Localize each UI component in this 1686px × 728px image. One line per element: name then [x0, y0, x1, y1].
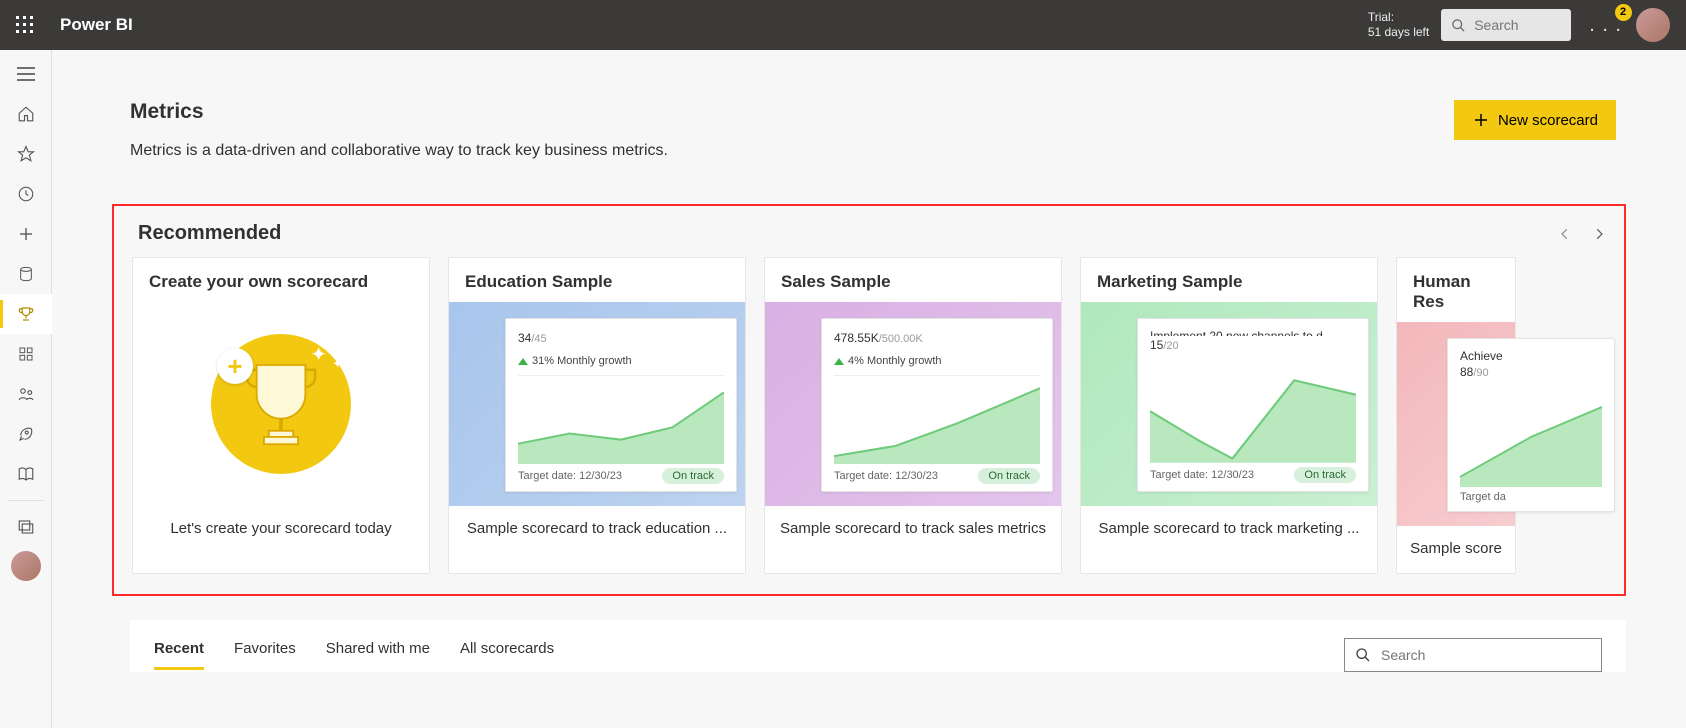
- nav-shared[interactable]: [0, 374, 52, 414]
- card-marketing-sample[interactable]: Marketing Sample Implement 20 new channe…: [1080, 257, 1378, 574]
- metric-target-date: Target date: 12/30/23: [834, 470, 938, 482]
- nav-datasets[interactable]: [0, 254, 52, 294]
- nav-menu-toggle[interactable]: [0, 54, 52, 94]
- nav-metrics[interactable]: [0, 294, 52, 334]
- reco-next[interactable]: [1592, 227, 1606, 241]
- plus-icon: [1472, 111, 1490, 129]
- scorecard-tabs: Recent Favorites Shared with me All scor…: [154, 640, 554, 670]
- card-title: Sales Sample: [765, 258, 1061, 302]
- new-scorecard-label: New scorecard: [1498, 112, 1598, 129]
- metric-sparkline: [518, 382, 724, 464]
- notification-badge: 2: [1615, 4, 1632, 21]
- metric-preview: Achieve a monthly revenue of $5... 478.5…: [821, 318, 1053, 492]
- metric-value-primary: 478.55K: [834, 331, 879, 345]
- page-title: Metrics: [130, 100, 668, 124]
- chevron-left-icon: [1558, 227, 1572, 241]
- metric-title: Achieve: [1460, 349, 1602, 363]
- card-create-scorecard[interactable]: Create your own scorecard + ✦ ✦: [132, 257, 430, 574]
- metric-preview: Achieve 88/90 Target da: [1447, 338, 1615, 512]
- scorecard-tabs-section: Recent Favorites Shared with me All scor…: [130, 620, 1626, 672]
- metric-value-primary: 88: [1460, 365, 1473, 379]
- metric-value-secondary: /90: [1473, 367, 1488, 379]
- trial-line1: Trial:: [1368, 10, 1429, 25]
- metric-value-secondary: /20: [1163, 340, 1178, 352]
- metric-sparkline: [1150, 370, 1356, 463]
- recommended-section: Recommended Create your own scorecard: [112, 204, 1626, 596]
- new-scorecard-button[interactable]: New scorecard: [1454, 100, 1616, 140]
- nav-home[interactable]: [0, 94, 52, 134]
- card-title: Create your own scorecard: [133, 258, 429, 302]
- metric-value-secondary: /500.00K: [879, 333, 923, 345]
- trial-status: Trial: 51 days left: [1368, 10, 1429, 40]
- more-menu[interactable]: . . . 2: [1589, 14, 1622, 37]
- search-icon: [1451, 18, 1466, 33]
- recommended-heading: Recommended: [138, 222, 281, 245]
- metric-status: On track: [662, 468, 724, 484]
- nav-recent[interactable]: [0, 174, 52, 214]
- user-avatar[interactable]: [1636, 8, 1670, 42]
- nav-my-workspace[interactable]: [11, 551, 41, 581]
- metric-target-date: Target date: 12/30/23: [1150, 469, 1254, 481]
- card-education-sample[interactable]: Education Sample 45 percent of K-12 scho…: [448, 257, 746, 574]
- sparkle-icon: ✦: [310, 342, 327, 367]
- main-content: Metrics Metrics is a data-driven and col…: [52, 50, 1686, 728]
- trophy-graphic: [242, 359, 320, 449]
- tab-shared-with-me[interactable]: Shared with me: [326, 640, 430, 670]
- metric-preview: 45 percent of K-12 schools using... 34/4…: [505, 318, 737, 492]
- metric-growth: 4% Monthly growth: [848, 355, 942, 367]
- metric-sparkline: [834, 382, 1040, 464]
- app-launcher-icon[interactable]: [0, 0, 50, 50]
- nav-create[interactable]: [0, 214, 52, 254]
- trophy-icon: + ✦ ✦: [211, 334, 351, 474]
- metric-growth: 31% Monthly growth: [532, 355, 632, 367]
- app-name: Power BI: [60, 15, 133, 35]
- tab-favorites[interactable]: Favorites: [234, 640, 296, 670]
- trial-line2: 51 days left: [1368, 25, 1429, 40]
- metric-value-primary: 34: [518, 331, 531, 345]
- chevron-right-icon: [1592, 227, 1606, 241]
- search-icon: [1355, 647, 1371, 663]
- global-search[interactable]: [1441, 9, 1571, 41]
- nav-favorites[interactable]: [0, 134, 52, 174]
- up-triangle-icon: [518, 358, 528, 365]
- card-sales-sample[interactable]: Sales Sample Achieve a monthly revenue o…: [764, 257, 1062, 574]
- metric-status: On track: [978, 468, 1040, 484]
- metric-preview: Implement 20 new channels to d... 15/20 …: [1137, 318, 1369, 492]
- sparkle-icon: ✦: [332, 356, 343, 372]
- nav-workspaces[interactable]: [0, 507, 52, 547]
- card-caption: Sample scorecard to track education ...: [449, 506, 745, 553]
- card-caption: Sample scorecard to track marketing ...: [1081, 506, 1377, 553]
- top-bar: Power BI Trial: 51 days left . . . 2: [0, 0, 1686, 50]
- page-subtitle: Metrics is a data-driven and collaborati…: [130, 142, 668, 160]
- scorecard-search-input[interactable]: [1381, 647, 1591, 663]
- metric-value-primary: 15: [1150, 338, 1163, 352]
- nav-deployment[interactable]: [0, 414, 52, 454]
- card-title: Human Res: [1397, 258, 1515, 322]
- metric-value-secondary: /45: [531, 333, 546, 345]
- metric-target-date: Target da: [1460, 491, 1506, 503]
- card-title: Marketing Sample: [1081, 258, 1377, 302]
- card-caption: Sample score: [1397, 526, 1515, 573]
- up-triangle-icon: [834, 358, 844, 365]
- reco-prev[interactable]: [1558, 227, 1572, 241]
- card-human-resources-sample[interactable]: Human Res Achieve 88/90 Target da: [1396, 257, 1516, 574]
- recommended-cards: Create your own scorecard + ✦ ✦: [132, 257, 1624, 574]
- tab-all-scorecards[interactable]: All scorecards: [460, 640, 554, 670]
- card-title: Education Sample: [449, 258, 745, 302]
- scorecard-search[interactable]: [1344, 638, 1602, 672]
- metric-status: On track: [1294, 467, 1356, 483]
- left-nav-rail: [0, 50, 52, 728]
- metric-target-date: Target date: 12/30/23: [518, 470, 622, 482]
- tab-recent[interactable]: Recent: [154, 640, 204, 670]
- card-caption: Sample scorecard to track sales metrics: [765, 506, 1061, 553]
- metric-title: Implement 20 new channels to d...: [1150, 329, 1356, 336]
- metric-sparkline: [1460, 397, 1602, 487]
- nav-apps[interactable]: [0, 334, 52, 374]
- card-caption: Let's create your scorecard today: [133, 506, 429, 553]
- global-search-input[interactable]: [1474, 17, 1554, 33]
- nav-learn[interactable]: [0, 454, 52, 494]
- plus-badge-icon: +: [217, 348, 253, 384]
